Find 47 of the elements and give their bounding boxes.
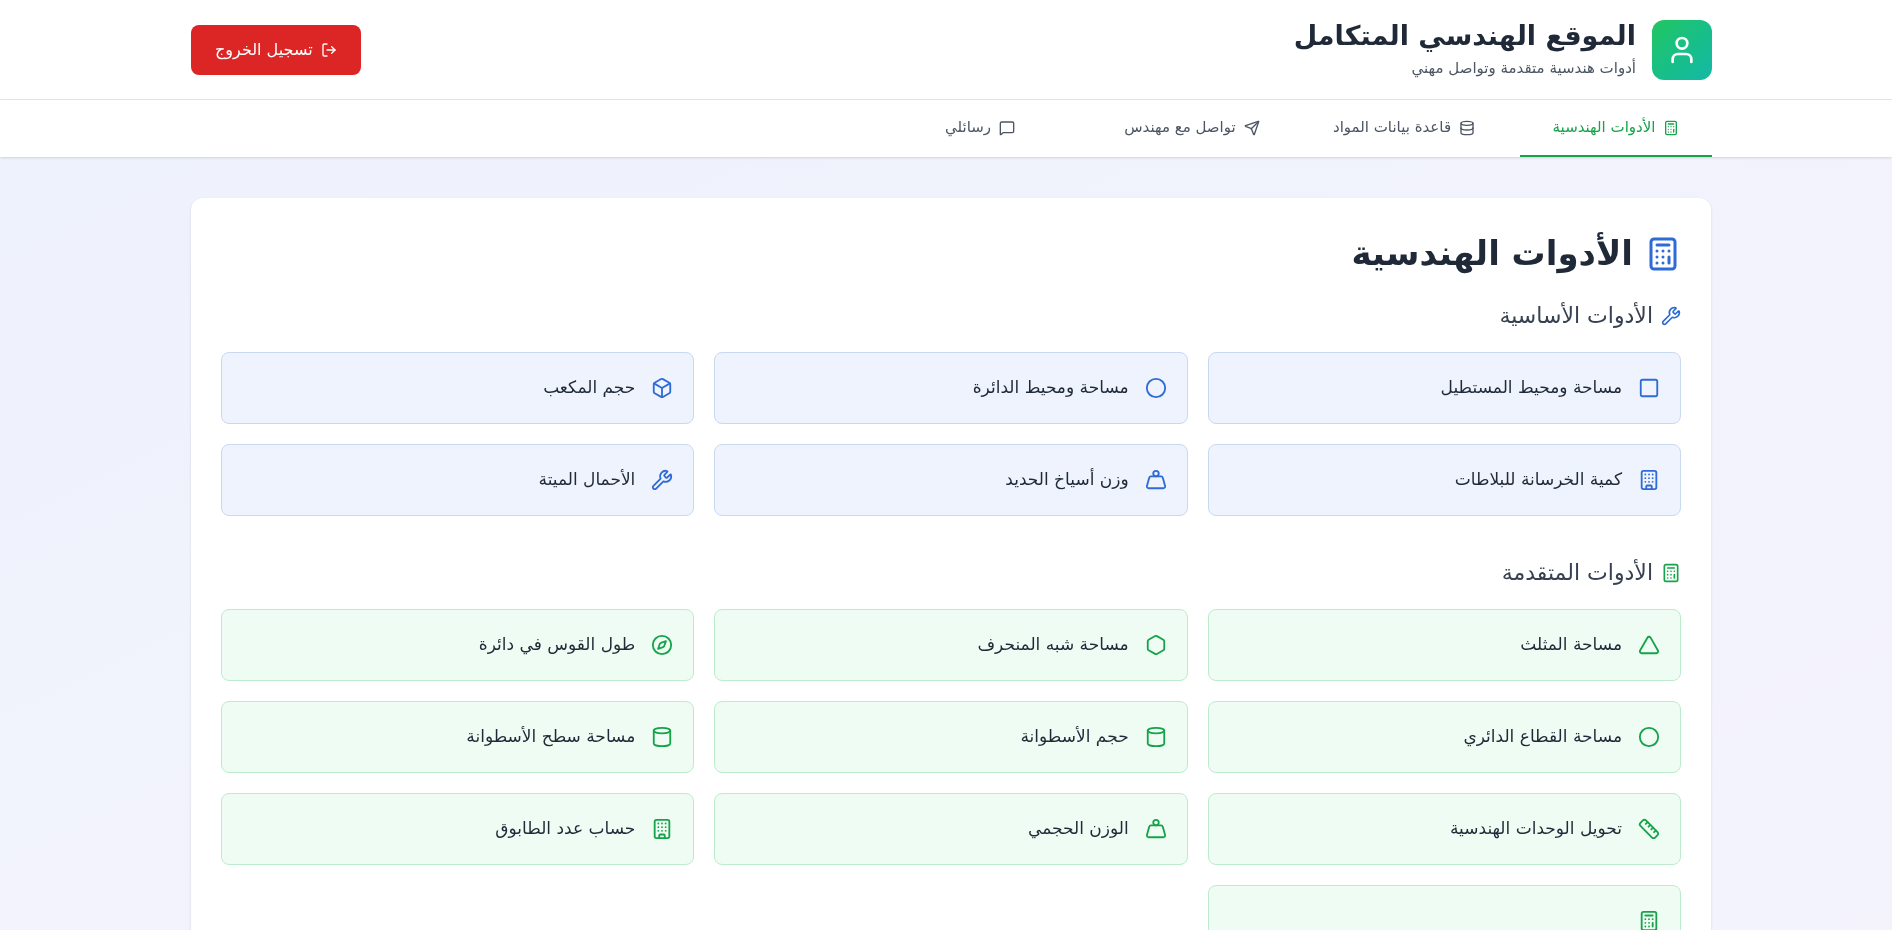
send-icon [1243, 119, 1260, 136]
nav-tab[interactable]: قاعدة بيانات المواد [1308, 100, 1500, 157]
tool-card[interactable]: تحويل الوحدات الهندسية [1207, 793, 1681, 865]
calculator-icon [1638, 910, 1660, 930]
cylinder-icon [1144, 726, 1167, 748]
tool-card[interactable]: حساب عدد الطابوق [221, 793, 695, 865]
wrench-icon [651, 469, 674, 491]
tool-card[interactable]: مساحة المثلث [1207, 609, 1681, 681]
nav-tab[interactable]: تواصل مع مهندس [1096, 100, 1288, 157]
ruler-icon [1638, 818, 1660, 840]
tool-card[interactable]: وزن أسياخ الحديد [714, 444, 1188, 516]
cube-icon [651, 377, 674, 399]
wrench-icon [1661, 305, 1681, 326]
logout-icon [320, 41, 337, 58]
calculator-icon [1661, 562, 1681, 583]
cylinder-icon [651, 726, 674, 748]
hexagon-icon [1144, 634, 1167, 656]
tool-card[interactable]: حجم الأسطوانة [714, 701, 1188, 773]
message-icon [999, 119, 1015, 136]
circle-icon [1144, 377, 1167, 399]
weight-icon [1144, 818, 1167, 840]
site-title: الموقع الهندسي المتكامل [1293, 19, 1636, 54]
database-icon [1459, 119, 1476, 136]
tool-card[interactable]: حجم المكعب [221, 352, 695, 424]
tool-card[interactable]: الأحمال الميتة [221, 444, 695, 516]
tool-card[interactable]: مساحة سطح الأسطوانة [221, 701, 695, 773]
panel-title: الأدوات الهندسية [1351, 231, 1633, 276]
nav-tab[interactable]: رسائلي [884, 100, 1076, 157]
square-icon [1638, 377, 1660, 399]
section-title: الأدوات المتقدمة [1501, 558, 1653, 587]
compass-icon [651, 634, 674, 656]
tool-card[interactable]: مساحة ومحيط المستطيل [1207, 352, 1681, 424]
weight-icon [1144, 469, 1167, 491]
building-icon [1638, 469, 1660, 491]
user-icon [1652, 19, 1712, 80]
logout-button[interactable]: تسجيل الخروج [191, 24, 361, 75]
tool-card[interactable]: مساحة ومحيط الدائرة [714, 352, 1188, 424]
tool-card[interactable]: مساحة شبه المنحرف [714, 609, 1188, 681]
tool-card[interactable]: كمية الخرسانة للبلاطات [1207, 444, 1681, 516]
site-subtitle: أدوات هندسية متقدمة وتواصل مهني [1410, 57, 1636, 80]
tool-card[interactable]: مساحة القطاع الدائري [1207, 701, 1681, 773]
section-title: الأدوات الأساسية [1499, 301, 1653, 330]
tool-card[interactable]: طول القوس في دائرة [221, 609, 695, 681]
triangle-icon [1638, 634, 1660, 656]
calculator-icon [1663, 119, 1680, 136]
circle-icon [1638, 726, 1660, 748]
tool-card[interactable]: الوزن الحجمي [714, 793, 1188, 865]
